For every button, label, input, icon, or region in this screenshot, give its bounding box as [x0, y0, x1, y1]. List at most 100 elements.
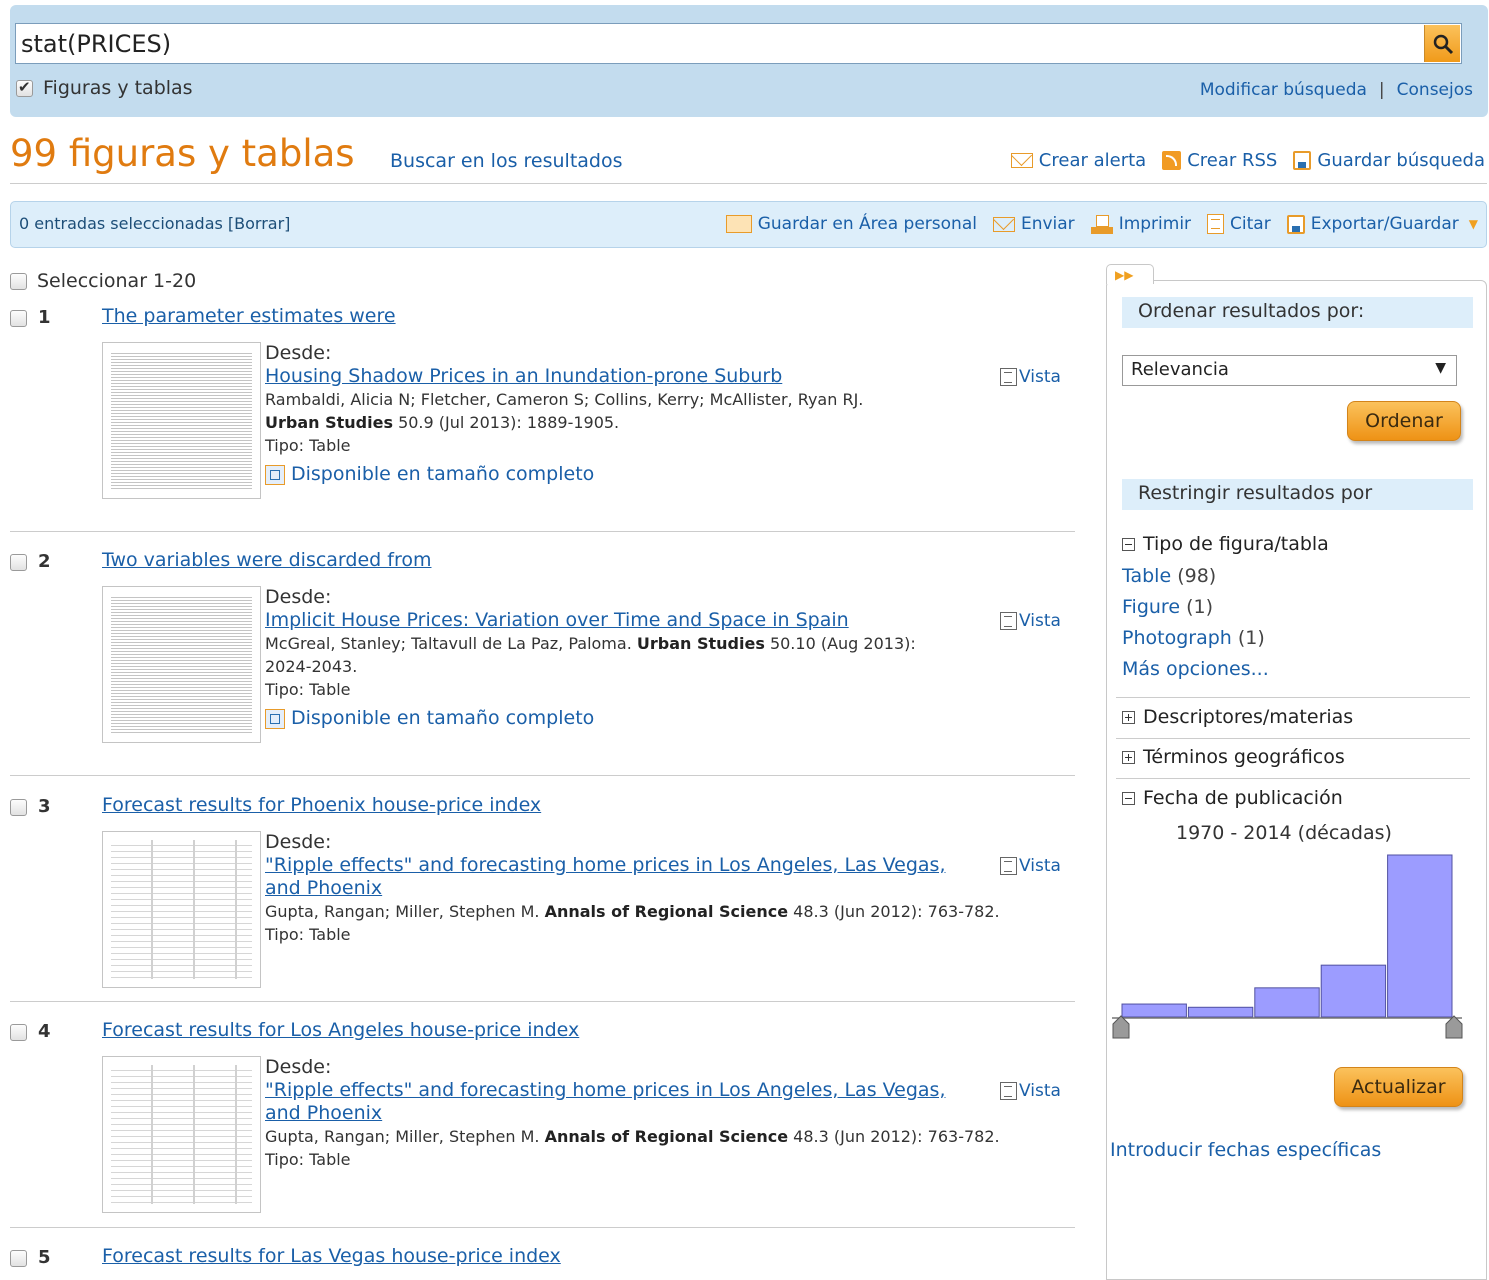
expand-icon: [1122, 750, 1135, 764]
full-size-link[interactable]: Disponible en tamaño completo: [265, 707, 1065, 730]
search-input[interactable]: stat(PRICES): [15, 23, 1462, 64]
histogram-bar-1980s: [1187, 1006, 1254, 1018]
export-label: Exportar/Guardar: [1310, 214, 1459, 234]
export-button[interactable]: Exportar/Guardar ▼: [1286, 214, 1478, 234]
figures-checkbox-box[interactable]: [16, 78, 33, 97]
result-type: Tipo: Table: [265, 436, 351, 455]
view-link[interactable]: Vista: [1000, 856, 1061, 876]
result-title-link[interactable]: Two variables were discarded from: [102, 549, 431, 571]
sidebar-divider: [1116, 778, 1470, 779]
selection-count[interactable]: 0 entradas seleccionadas [Borrar]: [19, 214, 290, 233]
from-label: Desde:: [265, 342, 332, 364]
result-title-link[interactable]: Forecast results for Phoenix house-price…: [102, 794, 541, 816]
tips-link[interactable]: Consejos: [1397, 80, 1473, 100]
selection-actions: Guardar en Área personal Enviar Imprimir…: [725, 214, 1478, 234]
result-title-link[interactable]: Forecast results for Los Angeles house-p…: [102, 1019, 579, 1041]
full-size-link[interactable]: Disponible en tamaño completo: [265, 463, 1065, 486]
result-divider: [10, 1001, 1075, 1002]
modify-search-link[interactable]: Modificar búsqueda: [1200, 80, 1367, 100]
result-meta: Desde: Implicit House Prices: Variation …: [265, 586, 1065, 730]
send-button[interactable]: Enviar: [992, 214, 1075, 234]
cite-label: Citar: [1230, 214, 1271, 234]
facet-item-photograph[interactable]: Photograph (1): [1122, 627, 1265, 649]
facet-subjects-toggle[interactable]: Descriptores/materias: [1122, 706, 1353, 728]
header-actions: Crear alerta Crear RSS Guardar búsqueda: [1010, 150, 1485, 171]
printer-icon: [1090, 214, 1113, 234]
top-links-separator: |: [1378, 80, 1385, 100]
facet-date-toggle[interactable]: Fecha de publicación: [1122, 787, 1343, 809]
from-label: Desde:: [265, 1056, 332, 1078]
result-thumbnail[interactable]: [102, 831, 261, 988]
facet-geo-toggle[interactable]: Términos geográficos: [1122, 746, 1345, 768]
result-type: Tipo: Table: [265, 1150, 351, 1169]
facet-item-figure[interactable]: Figure (1): [1122, 596, 1213, 618]
result-number: 1: [38, 307, 51, 328]
source-link[interactable]: "Ripple effects" and forecasting home pr…: [265, 854, 985, 900]
source-link[interactable]: "Ripple effects" and forecasting home pr…: [265, 1079, 985, 1125]
create-rss-button[interactable]: Crear RSS: [1162, 150, 1277, 171]
result-checkbox[interactable]: [10, 1250, 27, 1267]
send-label: Enviar: [1020, 214, 1075, 234]
search-within-link[interactable]: Buscar en los resultados: [390, 150, 623, 172]
search-button[interactable]: [1424, 25, 1460, 62]
preview-icon: [1000, 1082, 1017, 1100]
cite-button[interactable]: Citar: [1207, 214, 1271, 234]
envelope-icon: [1010, 153, 1033, 168]
update-button[interactable]: Actualizar: [1334, 1067, 1463, 1107]
facet-subjects-label: Descriptores/materias: [1143, 706, 1354, 728]
result-checkbox[interactable]: [10, 799, 27, 816]
result-title-link[interactable]: Forecast results for Las Vegas house-pri…: [102, 1245, 561, 1267]
create-alert-button[interactable]: Crear alerta: [1010, 150, 1146, 171]
result-thumbnail[interactable]: [102, 1056, 261, 1213]
source-link[interactable]: Housing Shadow Prices in an Inundation-p…: [265, 365, 985, 388]
date-histogram[interactable]: [1110, 852, 1466, 1052]
image-icon: [265, 708, 285, 729]
folder-icon: [725, 215, 752, 233]
search-icon: [1433, 34, 1453, 54]
view-link[interactable]: Vista: [1000, 1081, 1061, 1101]
create-rss-label: Crear RSS: [1187, 150, 1278, 171]
select-all-checkbox[interactable]: [10, 272, 27, 290]
source-link[interactable]: Implicit House Prices: Variation over Ti…: [265, 609, 985, 632]
selection-bar: 0 entradas seleccionadas [Borrar] Guarda…: [10, 201, 1487, 248]
facet-geo-label: Términos geográficos: [1143, 746, 1345, 768]
result-divider: [10, 531, 1075, 532]
specific-dates-link[interactable]: Introducir fechas específicas: [1110, 1139, 1381, 1161]
result-checkbox[interactable]: [10, 310, 27, 327]
histogram-bar-2010s: [1387, 854, 1453, 1018]
save-personal-button[interactable]: Guardar en Área personal: [725, 214, 977, 234]
facet-date-label: Fecha de publicación: [1143, 787, 1343, 809]
select-all[interactable]: Seleccionar 1-20: [10, 270, 196, 292]
from-label: Desde:: [265, 586, 332, 608]
save-search-button[interactable]: Guardar búsqueda: [1293, 150, 1485, 171]
result-checkbox[interactable]: [10, 554, 27, 571]
view-link[interactable]: Vista: [1000, 611, 1061, 631]
more-options-link[interactable]: Más opciones...: [1122, 658, 1269, 680]
result-thumbnail[interactable]: [102, 586, 261, 743]
sidebar-divider: [1116, 738, 1470, 739]
sort-select[interactable]: Relevancia ▼: [1122, 355, 1457, 386]
sort-select-value: Relevancia: [1131, 359, 1229, 380]
document-icon: [1207, 214, 1225, 234]
facet-type-toggle[interactable]: Tipo de figura/tabla: [1122, 533, 1329, 555]
top-links: Modificar búsqueda | Consejos: [1200, 80, 1473, 100]
result-title-link[interactable]: The parameter estimates were: [102, 305, 396, 327]
print-button[interactable]: Imprimir: [1090, 214, 1191, 234]
facet-item-table[interactable]: Table (98): [1122, 565, 1216, 587]
chevron-down-icon: ▼: [1468, 217, 1478, 231]
range-handle-start[interactable]: [1112, 1015, 1130, 1039]
preview-icon: [1000, 368, 1017, 386]
result-type: Tipo: Table: [265, 680, 351, 699]
envelope-icon: [992, 216, 1015, 232]
histogram-bar-1970s: [1121, 1003, 1187, 1018]
result-thumbnail[interactable]: [102, 342, 261, 499]
sort-button[interactable]: Ordenar: [1347, 401, 1461, 441]
chevron-down-icon: ▼: [1435, 360, 1446, 376]
range-handle-end[interactable]: [1445, 1015, 1463, 1039]
figures-tables-checkbox[interactable]: Figuras y tablas: [16, 77, 193, 99]
collapse-sidebar-tab[interactable]: ▶▶: [1106, 264, 1154, 284]
view-link[interactable]: Vista: [1000, 367, 1061, 387]
result-meta: Desde: "Ripple effects" and forecasting …: [265, 831, 1065, 946]
result-meta: Desde: "Ripple effects" and forecasting …: [265, 1056, 1065, 1171]
result-checkbox[interactable]: [10, 1024, 27, 1041]
